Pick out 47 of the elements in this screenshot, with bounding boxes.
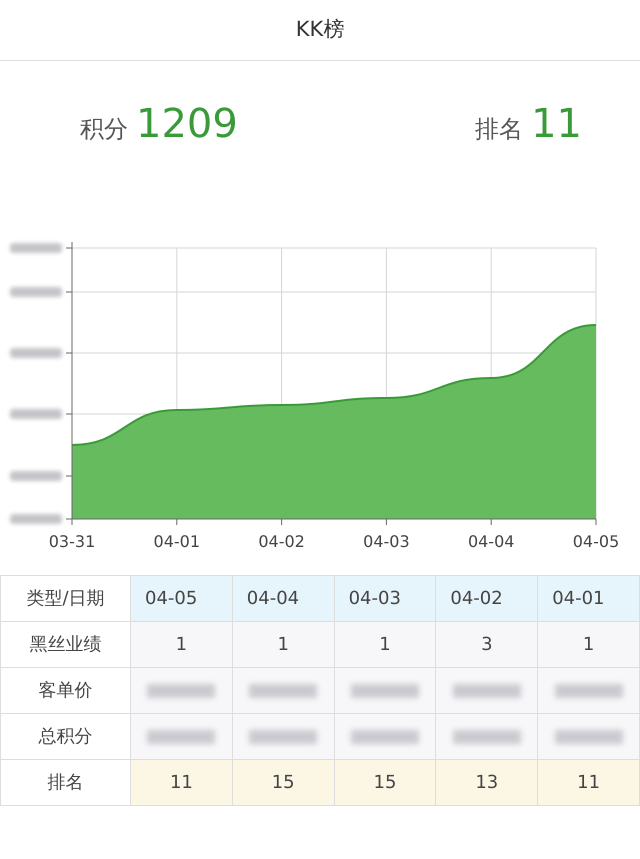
table-cell: 11 <box>130 760 232 806</box>
axis-label: 03-31 <box>48 532 96 551</box>
axis-label: 04-01 <box>154 532 200 551</box>
table-cell: 客单价 <box>0 668 130 714</box>
table-cell: 04-04 <box>232 576 334 622</box>
table-cell: 1 <box>232 622 334 668</box>
score-value: 11 <box>531 100 582 148</box>
table-cell: 04-01 <box>538 576 640 622</box>
table-cell: 04-03 <box>334 576 436 622</box>
blurred-value <box>350 730 419 744</box>
blurred-axis-label <box>10 348 62 358</box>
table-cell: 15 <box>232 760 334 806</box>
blurred-value <box>147 730 216 744</box>
table-cell: 1 <box>538 622 640 668</box>
axis-label: 04-03 <box>363 532 410 551</box>
table-cell: 04-02 <box>436 576 538 622</box>
score-label: 积分 <box>80 114 128 144</box>
blurred-value <box>452 684 521 698</box>
score-value: 1209 <box>136 100 238 148</box>
table-cell: 排名 <box>0 760 130 806</box>
blurred-axis-label <box>10 287 62 297</box>
table-cell: 11 <box>538 760 640 806</box>
blurred-value <box>249 730 318 744</box>
blurred-value <box>350 684 419 698</box>
axis-label: 04-05 <box>572 532 620 551</box>
axis-label: 04-04 <box>468 532 514 551</box>
table-cell: 1 <box>130 622 232 668</box>
table-cell: 3 <box>436 622 538 668</box>
table-cell: 1 <box>334 622 436 668</box>
blurred-axis-label <box>10 409 62 419</box>
blurred-value <box>147 684 216 698</box>
table-cell: 总积分 <box>0 714 130 760</box>
table-cell: 黑丝业绩 <box>0 622 130 668</box>
blurred-value <box>554 684 623 698</box>
blurred-axis-label <box>10 243 62 253</box>
axis-label: 04-02 <box>258 532 305 551</box>
table-cell: 13 <box>436 760 538 806</box>
table-cell: 04-05 <box>130 576 232 622</box>
blurred-value <box>452 730 521 744</box>
blurred-axis-label <box>10 514 62 524</box>
page-title: KK榜 <box>296 16 344 44</box>
table-cell: 15 <box>334 760 436 806</box>
score-label: 排名 <box>475 114 524 144</box>
table-cell: 类型/日期 <box>0 576 130 622</box>
blurred-value <box>554 730 623 744</box>
blurred-value <box>249 684 318 698</box>
blurred-axis-label <box>10 471 62 481</box>
